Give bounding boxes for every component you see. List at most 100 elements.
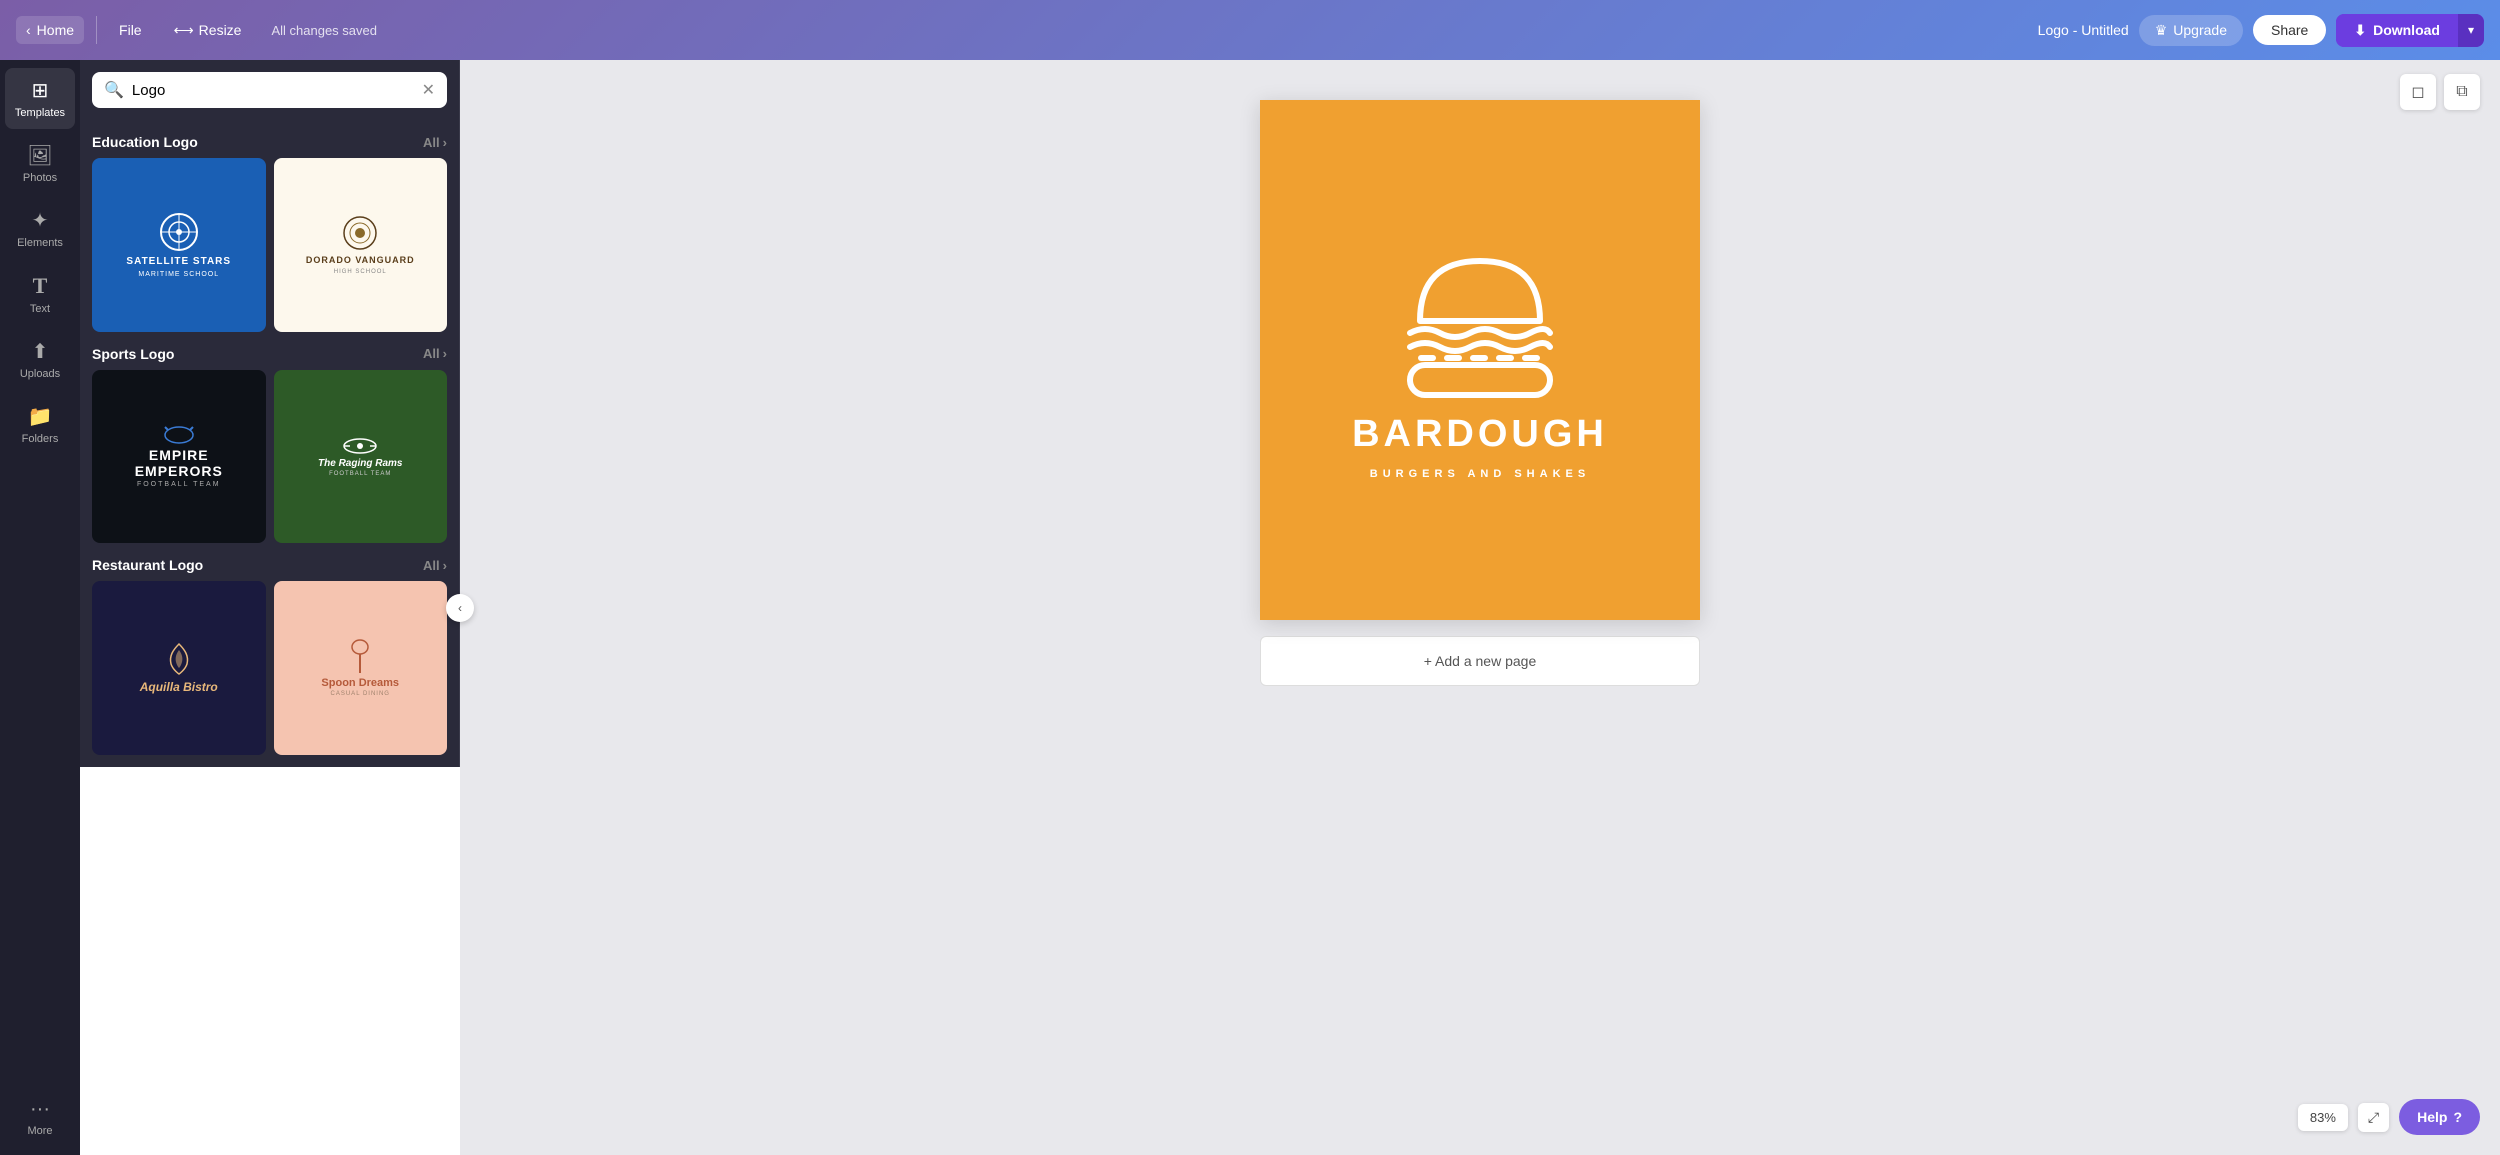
share-button[interactable]: Share bbox=[2253, 15, 2326, 45]
sports-section-header: Sports Logo All › bbox=[92, 346, 447, 362]
empire-text: EMPIREEMPERORS bbox=[135, 447, 223, 479]
sidebar-item-photos-label: Photos bbox=[23, 172, 57, 184]
file-button[interactable]: File bbox=[109, 16, 152, 44]
brand-name: BARDOUGH bbox=[1352, 413, 1608, 456]
folders-icon: 📁 bbox=[28, 404, 53, 429]
template-card-empire[interactable]: EMPIREEMPERORS FOOTBALL TEAM bbox=[92, 370, 266, 544]
fullscreen-button[interactable]: ⤢ bbox=[2358, 1103, 2389, 1132]
download-dropdown-button[interactable]: ▾ bbox=[2458, 14, 2484, 47]
restaurant-see-all[interactable]: All › bbox=[423, 558, 447, 573]
sidebar-item-templates[interactable]: ⊞ Templates bbox=[5, 68, 75, 129]
template-card-dorado[interactable]: DORADO VANGUARD HIGH SCHOOL bbox=[274, 158, 448, 332]
aquilla-icon bbox=[167, 642, 191, 676]
sports-section-label: Sports Logo bbox=[92, 346, 174, 362]
rams-sub: FOOTBALL TEAM bbox=[329, 471, 391, 477]
empire-icon bbox=[164, 425, 194, 445]
education-see-all[interactable]: All › bbox=[423, 135, 447, 150]
top-nav: ‹ Home File ⟷ Resize All changes saved L… bbox=[0, 0, 2500, 60]
satellite-text: SATELLITE STARS bbox=[126, 256, 231, 267]
download-icon: ⬇ bbox=[2354, 22, 2366, 39]
help-label: Help bbox=[2417, 1109, 2447, 1125]
search-clear-button[interactable]: ✕ bbox=[422, 80, 435, 100]
empire-sub: FOOTBALL TEAM bbox=[137, 481, 221, 488]
rams-icon bbox=[340, 436, 380, 456]
sidebar-item-elements-label: Elements bbox=[17, 237, 63, 249]
sidebar-item-more[interactable]: ··· More bbox=[5, 1088, 75, 1147]
sidebar-item-uploads-label: Uploads bbox=[20, 368, 60, 380]
spoon-sub: CASUAL DINING bbox=[331, 691, 390, 697]
sports-see-all[interactable]: All › bbox=[423, 346, 447, 361]
home-button[interactable]: ‹ Home bbox=[16, 16, 84, 44]
dorado-logo-icon bbox=[342, 215, 378, 251]
templates-panel: 🔍 ✕ Education Logo All › bbox=[80, 60, 460, 767]
photos-icon: 🖼 bbox=[27, 143, 52, 168]
education-section-label: Education Logo bbox=[92, 134, 198, 150]
sidebar-item-uploads[interactable]: ⬆ Uploads bbox=[5, 329, 75, 390]
chevron-right-icon-2: › bbox=[443, 346, 447, 361]
dorado-sub: HIGH SCHOOL bbox=[334, 269, 387, 275]
more-icon: ··· bbox=[30, 1098, 50, 1121]
template-card-rams[interactable]: The Raging Rams FOOTBALL TEAM bbox=[274, 370, 448, 544]
burger-logo-svg bbox=[1380, 241, 1580, 401]
sidebar-item-elements[interactable]: ✦ Elements bbox=[5, 198, 75, 259]
template-card-aquilla[interactable]: Aquilla Bistro bbox=[92, 581, 266, 755]
download-button-group: ⬇ Download ▾ bbox=[2336, 14, 2484, 47]
upgrade-button[interactable]: ♛ Upgrade bbox=[2139, 15, 2243, 46]
templates-scroll: Education Logo All › bbox=[80, 120, 459, 767]
restaurant-template-grid: Aquilla Bistro Spoon Dreams CASUAL DININ… bbox=[92, 581, 447, 755]
elements-icon: ✦ bbox=[32, 208, 49, 233]
sidebar-item-folders-label: Folders bbox=[22, 433, 59, 445]
download-label: Download bbox=[2373, 22, 2440, 38]
home-label: Home bbox=[37, 22, 74, 38]
education-all-label: All bbox=[423, 135, 440, 150]
template-card-satellite[interactable]: SATELLITE STARS MARITIME SCHOOL bbox=[92, 158, 266, 332]
satellite-logo-icon bbox=[159, 212, 199, 252]
spoon-icon bbox=[350, 639, 370, 675]
add-page-label: + Add a new page bbox=[1424, 653, 1537, 669]
resize-button[interactable]: ⟷ Resize bbox=[164, 16, 252, 45]
sidebar-item-photos[interactable]: 🖼 Photos bbox=[5, 133, 75, 194]
chevron-down-icon: ▾ bbox=[2468, 23, 2474, 37]
template-card-spoon[interactable]: Spoon Dreams CASUAL DINING bbox=[274, 581, 448, 755]
main-area: ⊞ Templates 🖼 Photos ✦ Elements T Text ⬆… bbox=[0, 60, 2500, 1155]
help-button[interactable]: Help ? bbox=[2399, 1099, 2480, 1135]
collapse-panel-button[interactable]: ‹ bbox=[446, 594, 474, 622]
chevron-right-icon-3: › bbox=[443, 558, 447, 573]
icon-sidebar: ⊞ Templates 🖼 Photos ✦ Elements T Text ⬆… bbox=[0, 60, 80, 1155]
spoon-text: Spoon Dreams bbox=[321, 677, 399, 689]
search-icon: 🔍 bbox=[104, 80, 124, 100]
sports-template-grid: EMPIREEMPERORS FOOTBALL TEAM bbox=[92, 370, 447, 544]
sidebar-item-folders[interactable]: 📁 Folders bbox=[5, 394, 75, 455]
sidebar-item-text[interactable]: T Text bbox=[5, 263, 75, 325]
sidebar-item-more-label: More bbox=[27, 1125, 52, 1137]
canvas-area: ◻ ⧉ bbox=[460, 60, 2500, 1155]
canvas-wrapper: BARDOUGH BURGERS AND SHAKES bbox=[1260, 100, 1700, 620]
text-icon: T bbox=[33, 273, 48, 299]
restaurant-section-header: Restaurant Logo All › bbox=[92, 557, 447, 573]
add-page-button[interactable]: + Add a new page bbox=[1260, 636, 1700, 686]
collapse-icon: ‹ bbox=[458, 601, 462, 615]
bottom-right-tools: 83% ⤢ Help ? bbox=[2298, 1099, 2480, 1135]
sidebar-item-templates-label: Templates bbox=[15, 107, 65, 119]
education-template-grid: SATELLITE STARS MARITIME SCHOOL DORADO V… bbox=[92, 158, 447, 332]
notes-button[interactable]: ◻ bbox=[2400, 74, 2436, 110]
satellite-sub: MARITIME SCHOOL bbox=[138, 271, 219, 278]
zoom-level: 83% bbox=[2298, 1104, 2348, 1131]
copy-button[interactable]: ⧉ bbox=[2444, 74, 2480, 110]
search-bar: 🔍 ✕ bbox=[92, 72, 447, 108]
download-button[interactable]: ⬇ Download bbox=[2336, 14, 2458, 47]
uploads-icon: ⬆ bbox=[32, 339, 49, 364]
help-question-icon: ? bbox=[2453, 1109, 2462, 1125]
nav-divider bbox=[96, 16, 97, 44]
resize-label: Resize bbox=[199, 22, 242, 38]
copy-icon: ⧉ bbox=[2456, 83, 2467, 101]
canvas-content[interactable]: BARDOUGH BURGERS AND SHAKES bbox=[1260, 100, 1700, 620]
rams-text: The Raging Rams bbox=[318, 458, 402, 469]
restaurant-all-label: All bbox=[423, 558, 440, 573]
doc-title: Logo - Untitled bbox=[2038, 22, 2129, 38]
search-input[interactable] bbox=[132, 82, 414, 99]
file-label: File bbox=[119, 22, 142, 38]
resize-icon: ⟷ bbox=[174, 22, 194, 39]
share-label: Share bbox=[2271, 22, 2308, 38]
aquilla-text: Aquilla Bistro bbox=[140, 680, 218, 694]
